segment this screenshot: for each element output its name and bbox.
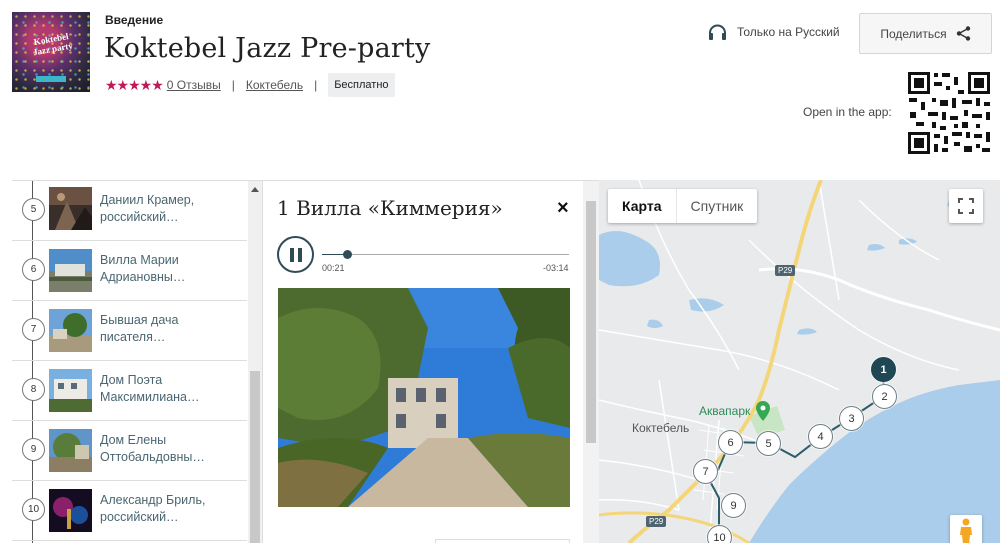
- tour-cover-image: Koktebel Jazz party: [12, 12, 90, 92]
- stop-list-item[interactable]: 10 Александр Бриль, российский…: [12, 481, 247, 541]
- tour-title: Koktebel Jazz Pre-party: [104, 33, 431, 64]
- stop-thumbnail: [49, 249, 92, 292]
- price-tag: Бесплатно: [328, 73, 395, 97]
- stop-number: 9: [22, 438, 45, 461]
- qr-code[interactable]: [906, 70, 992, 156]
- meta-separator: |: [314, 78, 318, 92]
- fullscreen-icon: [958, 198, 974, 214]
- map-pin-3[interactable]: 3: [839, 406, 864, 431]
- stop-title-heading: 1 Вилла «Киммерия»: [277, 196, 503, 220]
- current-time: 00:21: [322, 263, 345, 273]
- language-label: Только на Русский: [737, 25, 840, 39]
- stop-title: Дом Елены Оттобальдовны…: [100, 433, 205, 464]
- map-type-toggle: Карта Спутник: [608, 189, 758, 223]
- stop-number: 6: [22, 258, 45, 281]
- aquapark-marker-icon[interactable]: [756, 401, 770, 421]
- map-tab[interactable]: Карта: [608, 189, 677, 223]
- stop-photo: [278, 288, 570, 507]
- list-scroll-thumb[interactable]: [250, 371, 260, 543]
- stop-thumbnail: [49, 429, 92, 472]
- pause-icon: [289, 247, 294, 262]
- stop-thumbnail: [49, 489, 92, 532]
- map-pin-4[interactable]: 4: [808, 424, 833, 449]
- stop-title: Вилла Марии Адриановны…: [100, 253, 186, 284]
- tour-map[interactable]: Карта Спутник P29 P29 Коктебель Аквапарк…: [599, 180, 1000, 543]
- remaining-time: -03:14: [543, 263, 569, 273]
- map-pin-10[interactable]: 10: [707, 525, 732, 543]
- list-scrollbar[interactable]: [248, 181, 262, 543]
- tour-header: Koktebel Jazz party Введение Koktebel Ja…: [0, 0, 1000, 180]
- player-scrollbar[interactable]: [583, 181, 599, 543]
- language-indicator: Только на Русский: [708, 24, 840, 40]
- open-in-app-label: Open in the app:: [803, 105, 892, 119]
- stop-list-item[interactable]: 7 Бывшая дача писателя…: [12, 301, 247, 361]
- reviews-link[interactable]: 0 Отзывы: [167, 78, 221, 92]
- stop-list-item[interactable]: 6 Вилла Марии Адриановны…: [12, 241, 247, 301]
- rating-stars: ★★★★★: [105, 76, 164, 93]
- stop-title: Даниил Крамер, российский…: [100, 193, 195, 224]
- street-view-button[interactable]: [950, 515, 982, 543]
- meta-separator: |: [231, 78, 235, 92]
- stop-number: 5: [22, 198, 45, 221]
- audio-player-panel: 1 Вилла «Киммерия» × 00:21 -03:14: [262, 180, 599, 543]
- poi-label: Аквапарк: [699, 404, 751, 418]
- player-scroll-thumb[interactable]: [586, 201, 596, 443]
- stop-list-item[interactable]: 5 Даниил Крамер, российский…: [12, 181, 247, 241]
- road-badge: P29: [775, 265, 796, 276]
- map-pin-7[interactable]: 7: [693, 459, 718, 484]
- stop-number: 7: [22, 318, 45, 341]
- tour-page: Koktebel Jazz party Введение Koktebel Ja…: [0, 0, 1000, 543]
- share-icon: [956, 26, 970, 41]
- stop-number: 10: [22, 498, 45, 521]
- close-button[interactable]: ×: [557, 197, 569, 220]
- map-pin-5[interactable]: 5: [756, 431, 781, 456]
- stop-title: Бывшая дача писателя…: [100, 313, 179, 344]
- pegman-icon: [960, 518, 972, 543]
- map-pin-1[interactable]: 1: [871, 357, 896, 382]
- map-pin-6[interactable]: 6: [718, 430, 743, 455]
- player-bottom-panel: [435, 539, 570, 543]
- headphones-icon: [709, 24, 726, 40]
- stop-number: 8: [22, 378, 45, 401]
- stop-thumbnail: [49, 369, 92, 412]
- road-badge: P29: [646, 516, 667, 527]
- stop-thumbnail: [49, 309, 92, 352]
- stop-list-item[interactable]: 8 Дом Поэта Максимилиана…: [12, 361, 247, 421]
- stops-list: 5 Даниил Крамер, российский… 6 Вилла Мар…: [12, 180, 262, 543]
- map-pin-2[interactable]: 2: [872, 384, 897, 409]
- scroll-up-icon[interactable]: [251, 187, 259, 192]
- town-label: Коктебель: [632, 421, 690, 435]
- audio-progress-handle[interactable]: [343, 250, 352, 259]
- section-label: Введение: [105, 13, 164, 27]
- share-label: Поделиться: [880, 26, 947, 41]
- map-base-layer: [599, 180, 1000, 543]
- share-button[interactable]: Поделиться: [859, 13, 992, 54]
- stop-thumbnail: [49, 187, 92, 230]
- location-link[interactable]: Коктебель: [246, 78, 303, 92]
- stop-title: Александр Бриль, российский…: [100, 493, 206, 524]
- stop-title: Дом Поэта Максимилиана…: [100, 373, 200, 404]
- pause-button[interactable]: [277, 236, 314, 273]
- fullscreen-button[interactable]: [949, 189, 983, 223]
- map-pin-9[interactable]: 9: [721, 493, 746, 518]
- audio-progress-track[interactable]: [322, 254, 569, 255]
- stop-list-item[interactable]: 9 Дом Елены Оттобальдовны…: [12, 421, 247, 481]
- satellite-tab[interactable]: Спутник: [677, 189, 758, 223]
- tour-meta: ★★★★★ 0 Отзывы | Коктебель | Бесплатно: [105, 73, 395, 97]
